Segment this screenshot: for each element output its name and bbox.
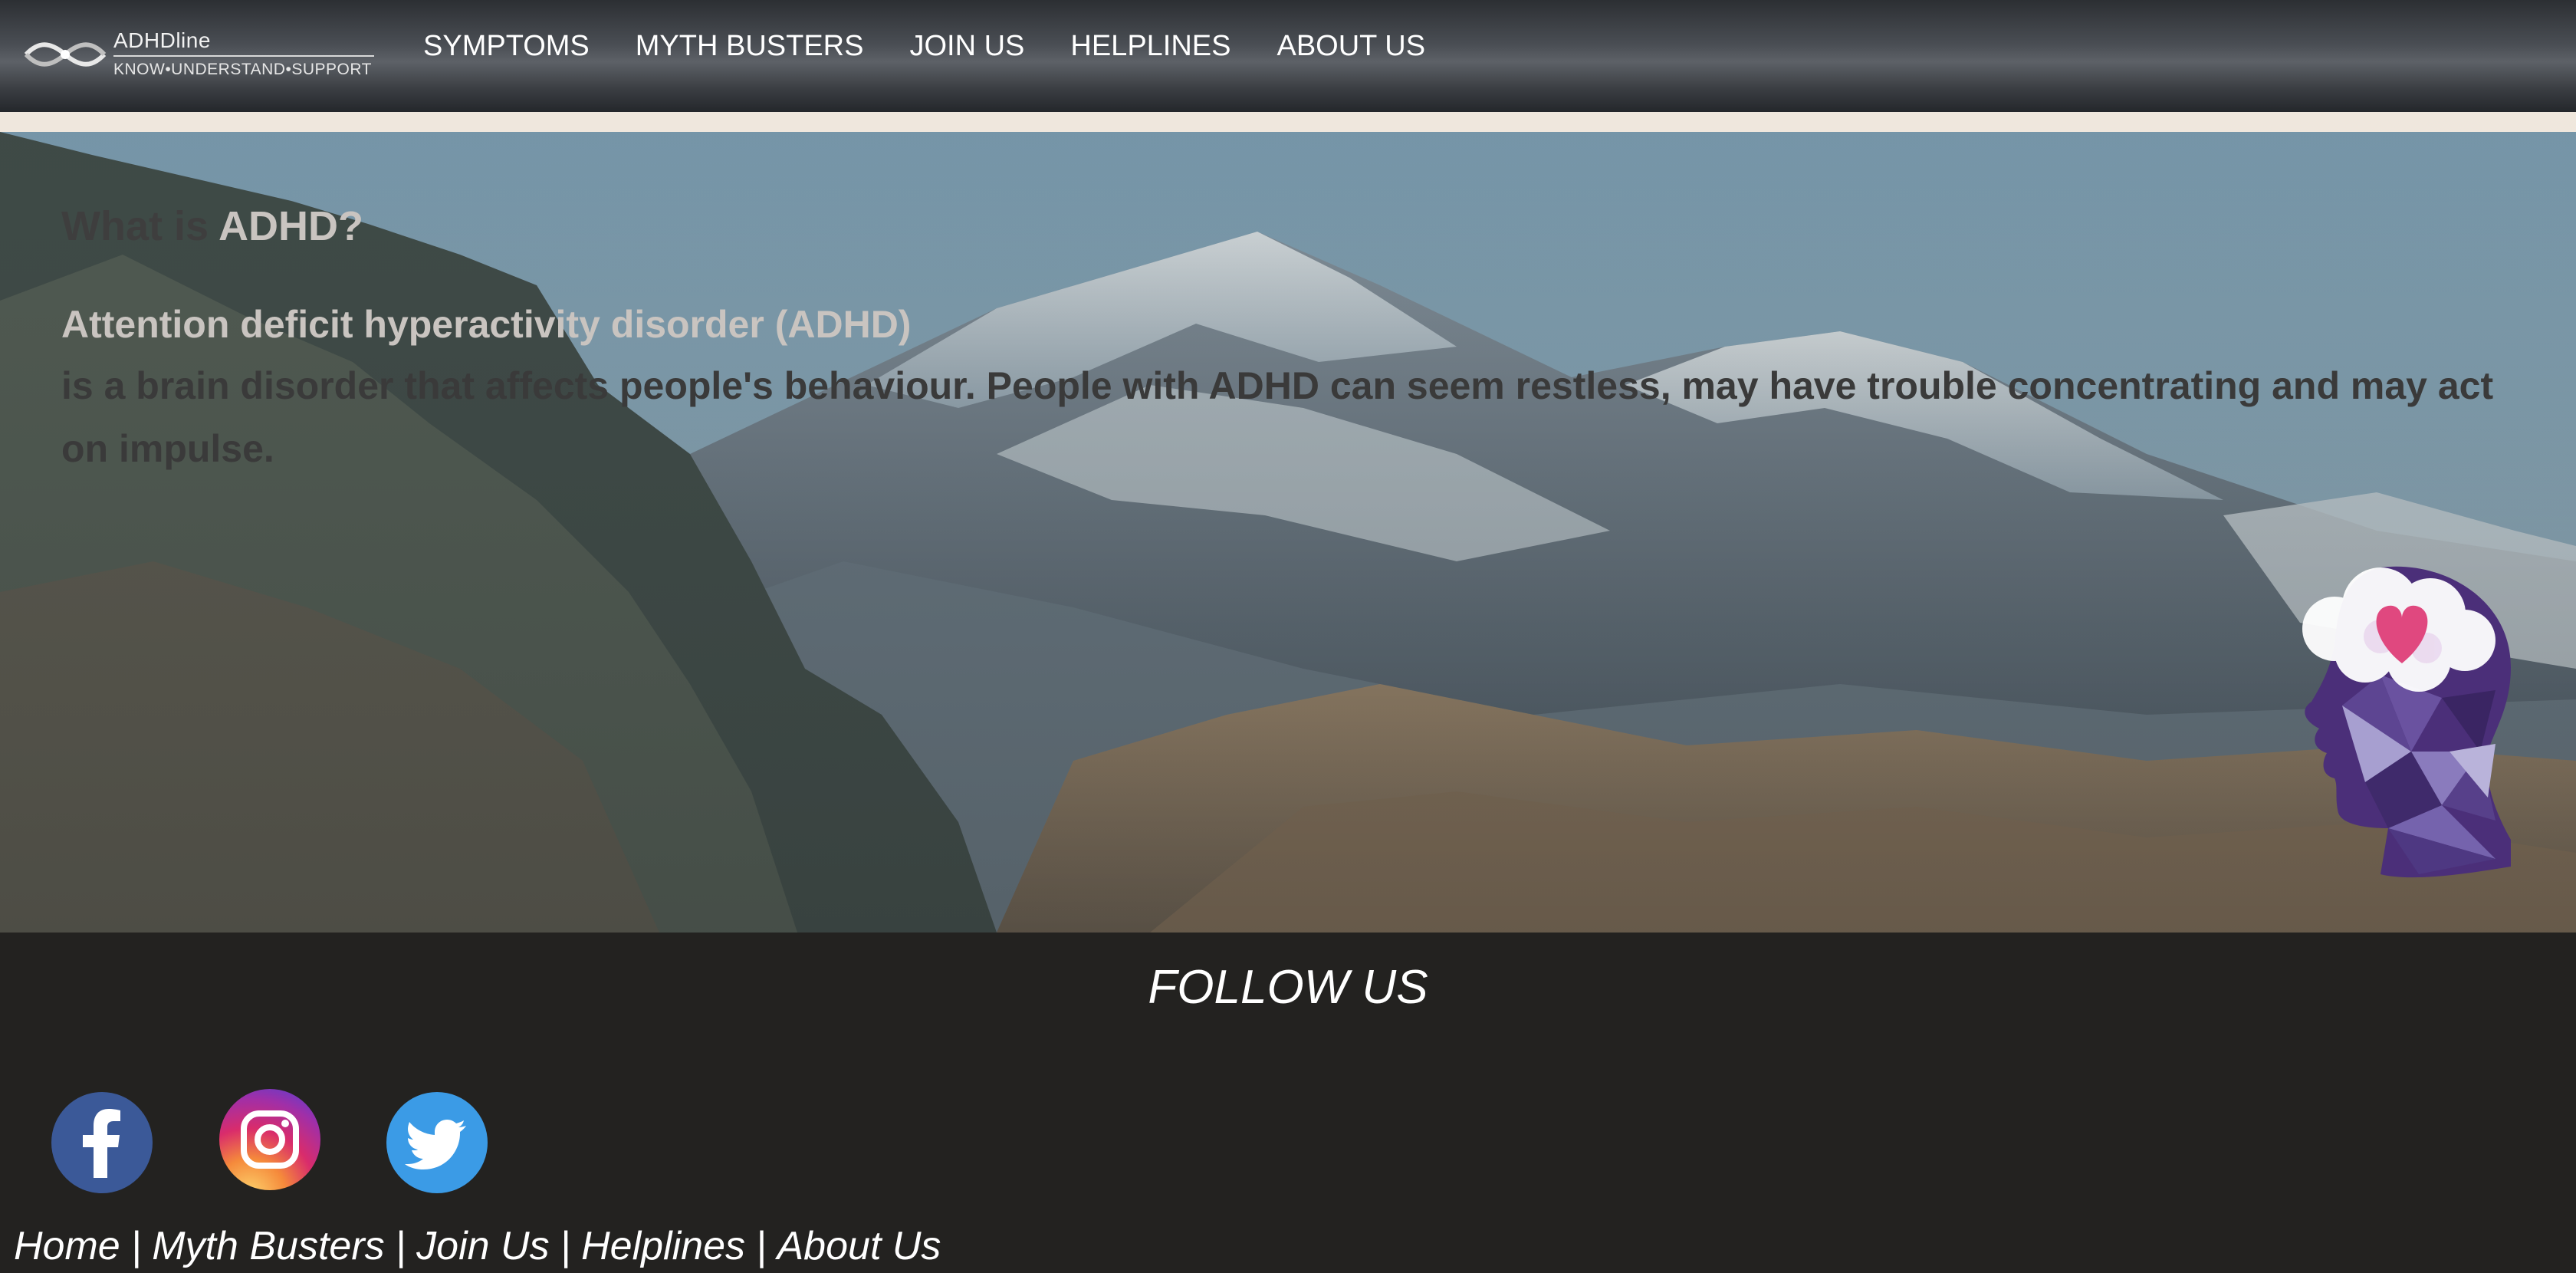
nav-myth-busters[interactable]: MYTH BUSTERS bbox=[636, 23, 864, 69]
top-navbar: ADHDline KNOW•UNDERSTAND•SUPPORT SYMPTOM… bbox=[0, 0, 2576, 112]
adhd-description: is a brain disorder that affects people'… bbox=[61, 364, 2494, 470]
footer-separator: | bbox=[130, 1224, 142, 1268]
footer-link-myth-busters[interactable]: Myth Busters bbox=[152, 1224, 384, 1268]
hero-text-block: What is ADHD? Attention deficit hyperact… bbox=[61, 201, 2499, 480]
nav-helplines[interactable]: HELPLINES bbox=[1070, 23, 1230, 69]
brand-tagline: KNOW•UNDERSTAND•SUPPORT bbox=[113, 61, 372, 78]
twitter-icon[interactable] bbox=[386, 1092, 488, 1193]
footer-link-helplines[interactable]: Helplines bbox=[581, 1224, 745, 1268]
footer-link-home[interactable]: Home bbox=[14, 1224, 120, 1268]
nav-symptoms[interactable]: SYMPTOMS bbox=[423, 23, 590, 69]
footer-separator: | bbox=[755, 1224, 767, 1268]
instagram-icon[interactable] bbox=[219, 1089, 320, 1190]
brand-name: ADHDline bbox=[113, 28, 211, 52]
brand-logo[interactable]: ADHDline KNOW•UNDERSTAND•SUPPORT bbox=[23, 28, 376, 84]
footer-separator: | bbox=[395, 1224, 406, 1268]
hero-title-prefix: What is bbox=[61, 203, 219, 249]
footer-separator: | bbox=[560, 1224, 571, 1268]
site-footer: FOLLOW US Home | Myth Busters | Join Us | Help… bbox=[0, 933, 2576, 1268]
nav-divider-strip bbox=[0, 112, 2576, 132]
brand-logo-icon bbox=[24, 42, 107, 67]
hero-section: What is ADHD? Attention deficit hyperact… bbox=[0, 132, 2576, 933]
hero-title: What is ADHD? bbox=[61, 201, 2499, 252]
brand-divider bbox=[113, 55, 374, 57]
facebook-icon[interactable] bbox=[51, 1092, 153, 1193]
brain-heart-head-icon bbox=[2302, 566, 2511, 878]
footer-link-join-us[interactable]: Join Us bbox=[416, 1224, 549, 1268]
footer-link-about-us[interactable]: About Us bbox=[777, 1224, 941, 1268]
nav-about-us[interactable]: ABOUT US bbox=[1276, 23, 1425, 69]
hero-title-accent: ADHD? bbox=[219, 203, 363, 249]
nav-join-us[interactable]: JOIN US bbox=[909, 23, 1024, 69]
main-nav: SYMPTOMS MYTH BUSTERS JOIN US HELPLINES … bbox=[423, 23, 1425, 69]
follow-us-heading: FOLLOW US bbox=[1148, 961, 1428, 1014]
adhd-term: Attention deficit hyperactivity disorder… bbox=[61, 303, 912, 346]
